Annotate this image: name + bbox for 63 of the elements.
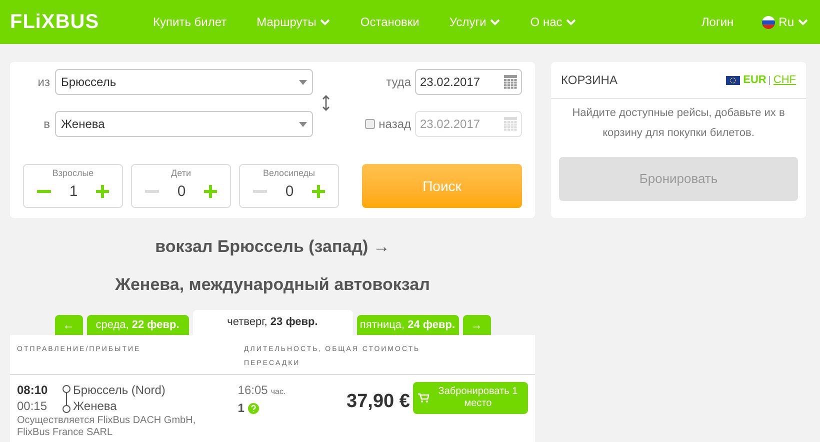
nav-link[interactable]: Услуги [449,13,500,31]
caret-icon [299,122,307,126]
plus-icon[interactable] [312,185,325,198]
date-field[interactable]: 23.02.2017 [415,111,522,137]
plus-icon[interactable] [96,185,109,198]
counter-value: 0 [177,182,186,202]
help-icon[interactable] [248,402,260,414]
caret-icon [299,80,307,84]
counter-label: Велосипеды [263,167,315,180]
route-title: Женева, международный автовокзал [115,274,430,296]
previous-day-button[interactable]: ← [54,315,82,335]
return-checkbox[interactable] [364,119,375,129]
city-select[interactable]: Женева [55,111,313,137]
calendar-icon [504,117,517,131]
counter-label: Дети [171,167,191,180]
duration-unit: час. [270,386,286,398]
login-link[interactable]: Логин [701,13,734,31]
currency-link[interactable]: CHF [773,72,796,88]
arrival-stop: Женева [73,398,118,414]
cart-message: Найдите доступные рейсы, добавьте их в корзину для покупки билетов. [571,106,786,141]
arrival-time: 00:15 [17,398,48,414]
price: 37,90 € [346,390,411,414]
chevron-down-icon [798,18,808,26]
departure-time: 08:10 [17,382,49,398]
date-field[interactable]: 23.02.2017 [415,69,522,95]
city-select[interactable]: Брюссель [55,69,313,95]
calendar-icon [504,75,517,89]
counter-value: 1 [69,182,78,202]
logo[interactable]: FLiXBUS [10,7,153,37]
field-label: туда [386,74,411,91]
nav-link[interactable]: Маршруты [256,13,330,31]
nav-link[interactable]: Остановки [360,13,420,31]
search-button[interactable]: Поиск [362,164,522,208]
plus-icon[interactable] [204,185,217,198]
field-label: в [42,116,51,133]
field-label: из [36,74,51,91]
route-line-icon [62,384,71,414]
chevron-down-icon [490,18,500,26]
book-seat-button[interactable]: Забронировать 1 место [412,382,528,414]
language-selector[interactable]: Ru [762,13,808,31]
duration: 16:05 [238,382,268,398]
nav-link[interactable]: О нас [530,13,576,31]
minus-icon[interactable] [37,190,51,194]
flag-icon [726,76,740,84]
date-tab[interactable]: пятница, 24 февр. [356,315,458,335]
nav-link[interactable]: Купить билет [153,13,227,31]
next-day-button[interactable]: → [462,315,490,335]
swap-icon[interactable] [321,94,331,112]
transfer-count: 1 [238,400,244,416]
chevron-down-icon [566,18,576,26]
currency-link[interactable]: EUR [743,72,766,88]
cart-icon [418,393,429,403]
flag-icon [762,16,775,28]
operator-text: Осуществляется FlixBus DACH GmbH, FlixBus France SARL [17,415,197,439]
date-tab[interactable]: среда, 22 февр. [86,315,188,335]
route-title: вокзал Брюссель (запад) → [155,236,390,258]
field-label: назад [378,116,411,133]
cart-title: КОРЗИНА [561,72,618,89]
chevron-down-icon [320,18,330,26]
date-tab[interactable]: четверг, 23 февр. [192,310,352,335]
counter-value: 0 [285,182,294,202]
counter-label: Взрослые [52,167,94,180]
departure-stop: Брюссель (Nord) [73,382,166,398]
